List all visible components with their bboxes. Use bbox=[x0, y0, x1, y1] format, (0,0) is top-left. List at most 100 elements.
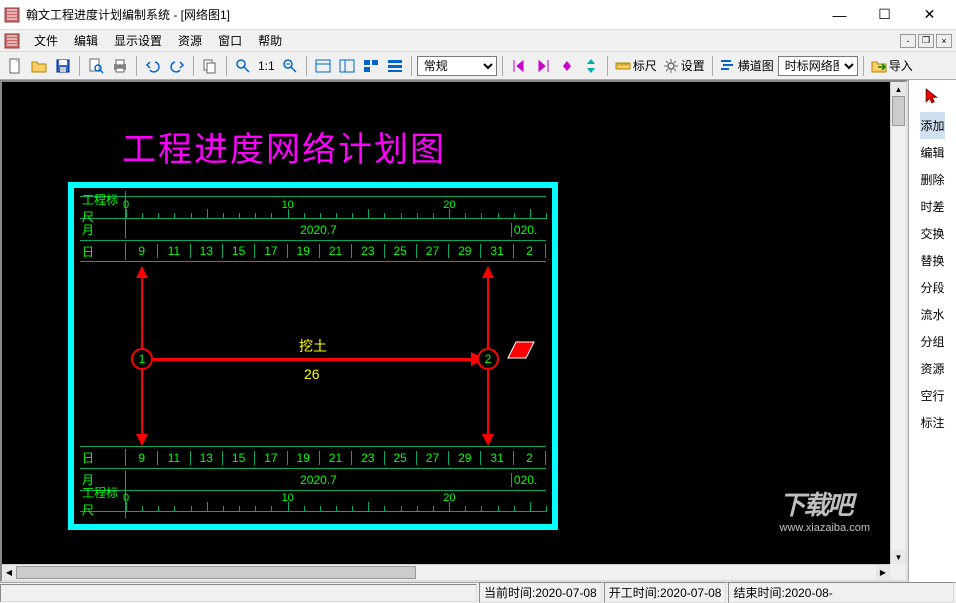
settings-button[interactable]: 设置 bbox=[661, 57, 707, 74]
print-button[interactable] bbox=[109, 55, 131, 77]
diagram-title: 工程进度网络计划图 bbox=[122, 122, 446, 171]
mdi-restore[interactable]: ❐ bbox=[918, 34, 934, 48]
day-row-bottom: 日 911131517192123252729312 bbox=[80, 446, 546, 468]
horizontal-scrollbar[interactable]: ◀ ▶ bbox=[2, 564, 890, 580]
doc-icon bbox=[4, 33, 20, 49]
milestone-flag bbox=[506, 340, 536, 360]
tool-流水[interactable]: 流水 bbox=[920, 301, 944, 328]
tool-替换[interactable]: 替换 bbox=[920, 247, 944, 274]
menu-window[interactable]: 窗口 bbox=[210, 30, 250, 51]
zoom-button[interactable] bbox=[232, 55, 254, 77]
month-row-bottom: 月 2020.7020. bbox=[80, 468, 546, 490]
status-start-time: 开工时间:2020-07-08 bbox=[604, 582, 727, 603]
new-button[interactable] bbox=[4, 55, 26, 77]
tool-时差[interactable]: 时差 bbox=[920, 193, 944, 220]
tool-空行[interactable]: 空行 bbox=[920, 382, 944, 409]
redo-button[interactable] bbox=[166, 55, 188, 77]
scroll-up-arrow[interactable]: ▲ bbox=[891, 82, 906, 96]
import-button[interactable]: 导入 bbox=[869, 57, 915, 74]
minimize-button[interactable]: — bbox=[817, 1, 862, 29]
day-cell: 25 bbox=[385, 244, 417, 258]
scroll-down-arrow[interactable]: ▼ bbox=[891, 550, 906, 564]
titlebar: 翰文工程进度计划编制系统 - [网络图1] — ☐ ✕ bbox=[0, 0, 956, 30]
scroll-right-arrow[interactable]: ▶ bbox=[876, 565, 890, 580]
day-cell: 15 bbox=[223, 451, 255, 465]
zoom-ratio[interactable]: 1:1 bbox=[256, 59, 277, 73]
vscroll-thumb[interactable] bbox=[892, 96, 905, 126]
canvas[interactable]: 工程进度网络计划图 工程标尺 01020 月 2020.7020. 日 9111… bbox=[2, 82, 890, 564]
task-arrow[interactable] bbox=[153, 358, 473, 361]
zoom-fit-button[interactable] bbox=[279, 55, 301, 77]
mdi-minimize[interactable]: - bbox=[900, 34, 916, 48]
view-dropdown[interactable]: 时标网络图 bbox=[778, 56, 858, 76]
scroll-left-arrow[interactable]: ◀ bbox=[2, 565, 16, 580]
statusbar: 当前时间:2020-07-08 开工时间:2020-07-08 结束时间:202… bbox=[0, 582, 956, 602]
preview-button[interactable] bbox=[85, 55, 107, 77]
layout3-button[interactable] bbox=[360, 55, 382, 77]
toolbar: 1:1 常规 标尺 设置 横道图 时标网络图 导入 bbox=[0, 52, 956, 80]
menu-resource[interactable]: 资源 bbox=[170, 30, 210, 51]
menubar: 文件 编辑 显示设置 资源 窗口 帮助 - ❐ × bbox=[0, 30, 956, 52]
tool-分段[interactable]: 分段 bbox=[920, 274, 944, 301]
month-row-top: 月 2020.7020. bbox=[80, 218, 546, 240]
day-cell: 17 bbox=[255, 244, 287, 258]
mdi-close[interactable]: × bbox=[936, 34, 952, 48]
scroll-corner bbox=[890, 564, 906, 580]
tool-标注[interactable]: 标注 bbox=[920, 409, 944, 436]
menu-help[interactable]: 帮助 bbox=[250, 30, 290, 51]
day-row-top: 日 911131517192123252729312 bbox=[80, 240, 546, 262]
layout2-button[interactable] bbox=[336, 55, 358, 77]
task-name: 挖土 bbox=[299, 336, 327, 356]
hscroll-thumb[interactable] bbox=[16, 566, 416, 579]
layout1-button[interactable] bbox=[312, 55, 334, 77]
day-cell: 27 bbox=[417, 451, 449, 465]
open-button[interactable] bbox=[28, 55, 50, 77]
ruler-button[interactable]: 标尺 bbox=[613, 57, 659, 74]
expand-button[interactable] bbox=[580, 55, 602, 77]
day-cell: 9 bbox=[126, 244, 158, 258]
day-cell: 13 bbox=[191, 244, 223, 258]
menu-file[interactable]: 文件 bbox=[26, 30, 66, 51]
day-cell: 23 bbox=[352, 451, 384, 465]
node-1[interactable]: 1 bbox=[131, 348, 153, 370]
tool-编辑[interactable]: 编辑 bbox=[920, 139, 944, 166]
close-button[interactable]: ✕ bbox=[907, 1, 952, 29]
day-cell: 9 bbox=[126, 451, 158, 465]
style-dropdown[interactable]: 常规 bbox=[417, 56, 497, 76]
tool-资源[interactable]: 资源 bbox=[920, 355, 944, 382]
right-toolbox: 添加编辑删除时差交换替换分段流水分组资源空行标注 bbox=[908, 80, 956, 582]
day-cell: 2 bbox=[514, 451, 546, 465]
day-cell: 2 bbox=[514, 244, 546, 258]
undo-button[interactable] bbox=[142, 55, 164, 77]
diagram-frame: 工程标尺 01020 月 2020.7020. 日 91113151719212… bbox=[68, 182, 558, 530]
pointer-tool[interactable] bbox=[921, 84, 945, 108]
collapse-button[interactable] bbox=[556, 55, 578, 77]
tool-删除[interactable]: 删除 bbox=[920, 166, 944, 193]
menu-edit[interactable]: 编辑 bbox=[66, 30, 106, 51]
day-cell: 21 bbox=[320, 244, 352, 258]
ruler-row-bottom: 工程标尺 01020 bbox=[80, 490, 546, 512]
day-cell: 29 bbox=[449, 451, 481, 465]
day-cell: 31 bbox=[481, 451, 513, 465]
canvas-container: 工程进度网络计划图 工程标尺 01020 月 2020.7020. 日 9111… bbox=[0, 80, 908, 582]
gantt-button[interactable]: 横道图 bbox=[718, 57, 776, 74]
day-cell: 31 bbox=[481, 244, 513, 258]
layout4-button[interactable] bbox=[384, 55, 406, 77]
start-arrow-down bbox=[136, 434, 148, 446]
save-button[interactable] bbox=[52, 55, 74, 77]
maximize-button[interactable]: ☐ bbox=[862, 1, 907, 29]
nav-last-button[interactable] bbox=[532, 55, 554, 77]
vertical-scrollbar[interactable]: ▲ ▼ bbox=[890, 82, 906, 564]
status-current-time: 当前时间:2020-07-08 bbox=[479, 582, 602, 603]
tool-分组[interactable]: 分组 bbox=[920, 328, 944, 355]
tool-添加[interactable]: 添加 bbox=[920, 112, 944, 139]
copy-button[interactable] bbox=[199, 55, 221, 77]
window-title: 翰文工程进度计划编制系统 - [网络图1] bbox=[26, 6, 817, 23]
tool-交换[interactable]: 交换 bbox=[920, 220, 944, 247]
status-end-time: 结束时间:2020-08- bbox=[728, 582, 954, 603]
day-cell: 29 bbox=[449, 244, 481, 258]
nav-first-button[interactable] bbox=[508, 55, 530, 77]
node-2[interactable]: 2 bbox=[477, 348, 499, 370]
menu-display[interactable]: 显示设置 bbox=[106, 30, 170, 51]
day-cell: 11 bbox=[158, 244, 190, 258]
